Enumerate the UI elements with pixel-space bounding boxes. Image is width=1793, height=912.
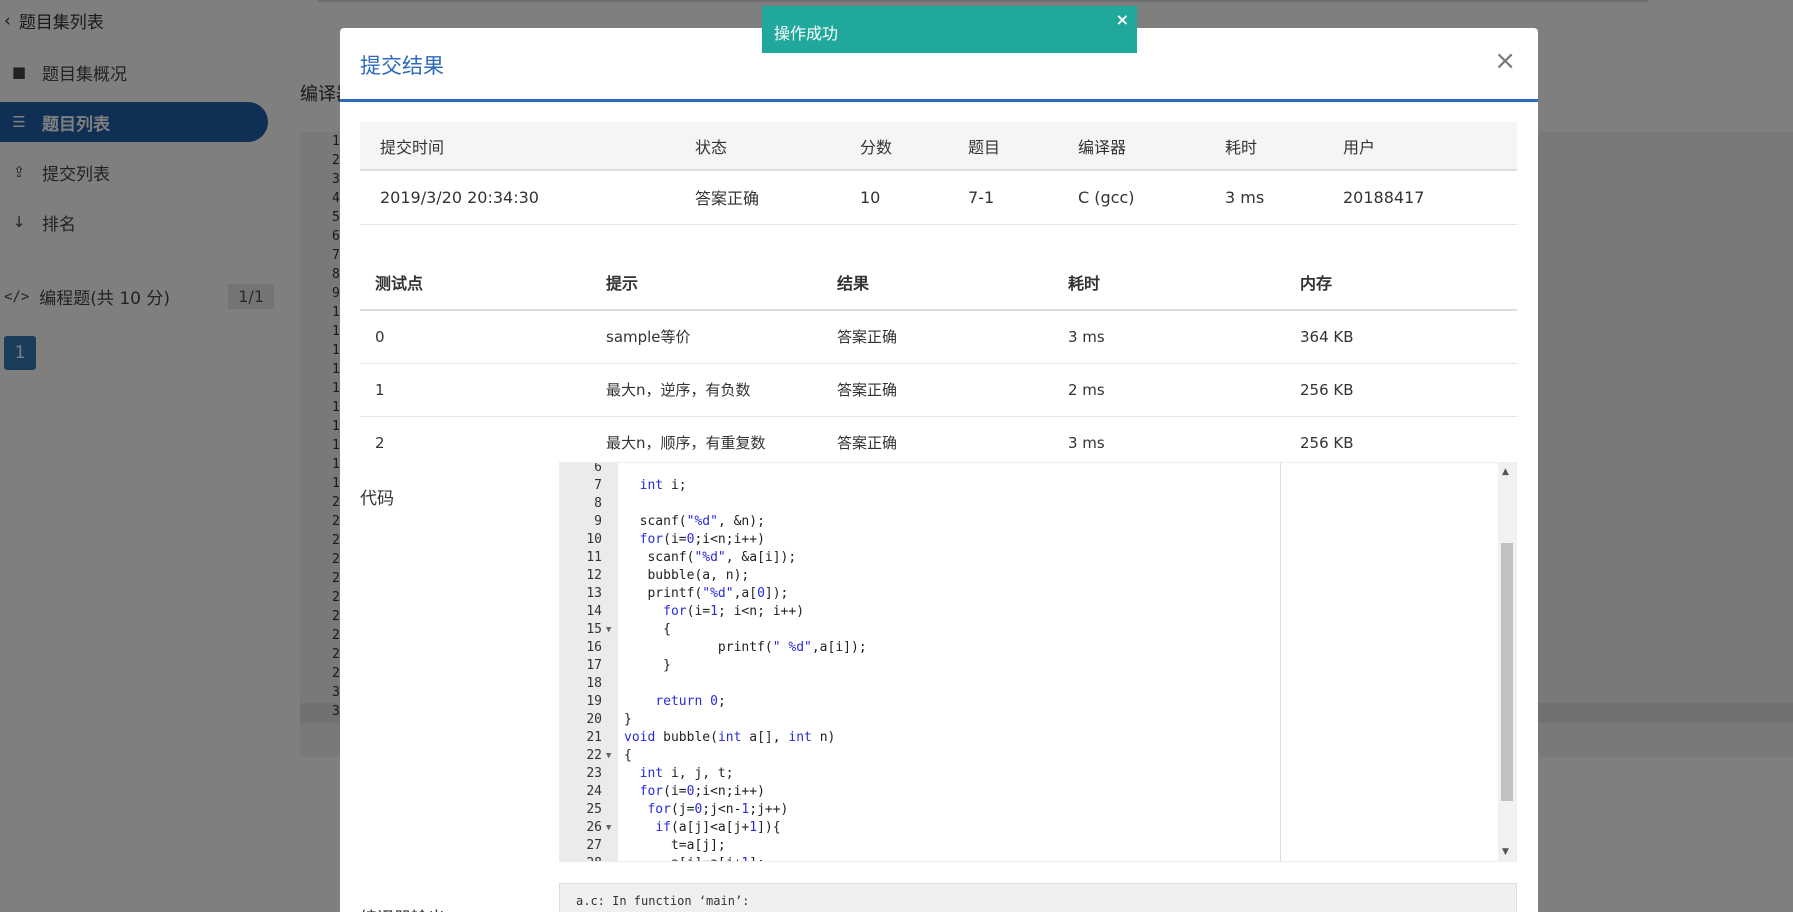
column-header: 分数: [840, 122, 948, 171]
code-line: 13 printf("%d",a[0]);: [586, 586, 789, 601]
fold-arrow-icon[interactable]: ▼: [606, 819, 611, 837]
table-row: 1 最大n，逆序，有负数 答案正确 2 ms 256 KB: [360, 363, 1517, 417]
submission-summary-table: 提交时间 状态 分数 题目 编译器 耗时 用户 2019/3/20 20:34:…: [360, 122, 1517, 225]
case-result: 答案正确: [822, 310, 1053, 364]
column-header: 状态: [675, 122, 840, 171]
code-line: 11 scanf("%d", &a[i]);: [586, 550, 797, 565]
code-line: 28 a[j]=a[j+1];: [560, 855, 1500, 861]
modal-title: 提交结果: [360, 54, 444, 78]
code-line: 18: [586, 676, 602, 691]
code-viewer[interactable]: 6 7 int i; 8 9 scanf("%d", &n); 10 for(i…: [559, 462, 1517, 862]
code-line: 7 int i;: [594, 478, 687, 493]
column-header: 编译器: [1058, 122, 1205, 171]
code-line: 15 ▼ {: [586, 621, 671, 639]
code-line: 16 printf(" %d",a[i]);: [586, 640, 867, 655]
elapsed-time: 3 ms: [1205, 170, 1323, 225]
close-icon[interactable]: ×: [1494, 46, 1516, 76]
scroll-down-icon[interactable]: ▼: [1502, 847, 1509, 857]
table-header-row: 提交时间 状态 分数 题目 编译器 耗时 用户: [360, 122, 1517, 171]
code-line: 27 t=a[j];: [586, 838, 726, 853]
test-case-table: 测试点 提示 结果 耗时 内存 0 sample等价 答案正确 3 ms 364…: [360, 254, 1517, 469]
compile-output-label: 编译器输出: [360, 904, 445, 912]
success-toast: 操作成功 ×: [762, 6, 1137, 53]
case-id: 2: [375, 433, 385, 452]
score: 10: [840, 170, 948, 225]
toast-message: 操作成功: [774, 24, 839, 43]
code-line: 21 void bubble(int a[], int n): [586, 730, 836, 745]
table-row: 0 sample等价 答案正确 3 ms 364 KB: [360, 310, 1517, 364]
code-line: 19 return 0;: [586, 694, 726, 709]
code-line: 23 int i, j, t;: [586, 766, 734, 781]
code-line: 8: [594, 496, 602, 511]
case-result: 答案正确: [822, 363, 1053, 417]
case-hint: sample等价: [591, 310, 822, 364]
table-header-row: 测试点 提示 结果 耗时 内存: [360, 254, 1517, 311]
status-badge: 答案正确: [675, 170, 840, 225]
column-header: 耗时: [1205, 122, 1323, 171]
case-time: 2 ms: [1053, 363, 1285, 417]
case-memory: 256 KB: [1285, 363, 1517, 417]
code-line: 20}: [586, 712, 632, 727]
case-id: 0: [360, 310, 591, 364]
code-line: 12 bubble(a, n);: [586, 568, 750, 583]
compiler: C (gcc): [1058, 170, 1205, 225]
column-header: 耗时: [1053, 254, 1285, 311]
column-header: 测试点: [360, 254, 591, 311]
column-header: 用户: [1323, 122, 1517, 171]
column-header: 提示: [591, 254, 822, 311]
code-line: 25 for(j=0;j<n-1;j++): [586, 802, 789, 817]
table-row: 2019/3/20 20:34:30 答案正确 10 7-1 C (gcc) 3…: [360, 170, 1517, 225]
scroll-up-icon[interactable]: ▲: [1502, 467, 1509, 477]
column-header: 结果: [822, 254, 1053, 311]
code-label: 代码: [360, 489, 394, 509]
code-line: 6: [594, 462, 602, 475]
problem-link[interactable]: 7-1: [948, 170, 1058, 225]
column-header: 题目: [948, 122, 1058, 171]
fold-arrow-icon[interactable]: ▼: [606, 747, 611, 765]
code-line: 17 }: [586, 658, 671, 673]
code-line: 22 ▼{: [586, 747, 632, 765]
submission-result-modal: 提交结果 × 提交时间 状态 分数 题目 编译器 耗时 用户 2019/3/20…: [340, 28, 1538, 912]
compile-output-text: a.c: In function ‘main’:: [576, 894, 750, 908]
compile-output-box[interactable]: a.c: In function ‘main’:: [559, 883, 1517, 912]
case-memory: 364 KB: [1285, 310, 1517, 364]
code-scrollbar[interactable]: ▲ ▼: [1498, 463, 1516, 861]
column-header: 提交时间: [360, 122, 675, 171]
fold-arrow-icon[interactable]: ▼: [606, 621, 611, 639]
code-line: 10 for(i=0;i<n;i++): [586, 532, 765, 547]
case-hint: 最大n，逆序，有负数: [591, 363, 822, 417]
case-id: 1: [360, 363, 591, 417]
code-line: 24 for(i=0;i<n;i++): [586, 784, 765, 799]
close-icon[interactable]: ×: [1116, 10, 1129, 29]
scrollbar-thumb[interactable]: [1501, 543, 1513, 801]
submit-time: 2019/3/20 20:34:30: [360, 170, 675, 225]
case-time: 3 ms: [1053, 310, 1285, 364]
code-lines: 6 7 int i; 8 9 scanf("%d", &n); 10 for(i…: [560, 462, 1500, 861]
code-line: 9 scanf("%d", &n);: [594, 514, 765, 529]
code-line: 14 for(i=1; i<n; i++): [586, 604, 805, 619]
code-line: 26 ▼ if(a[j]<a[j+1]){: [586, 819, 781, 837]
user-id: 20188417: [1323, 170, 1517, 225]
column-header: 内存: [1285, 254, 1517, 311]
